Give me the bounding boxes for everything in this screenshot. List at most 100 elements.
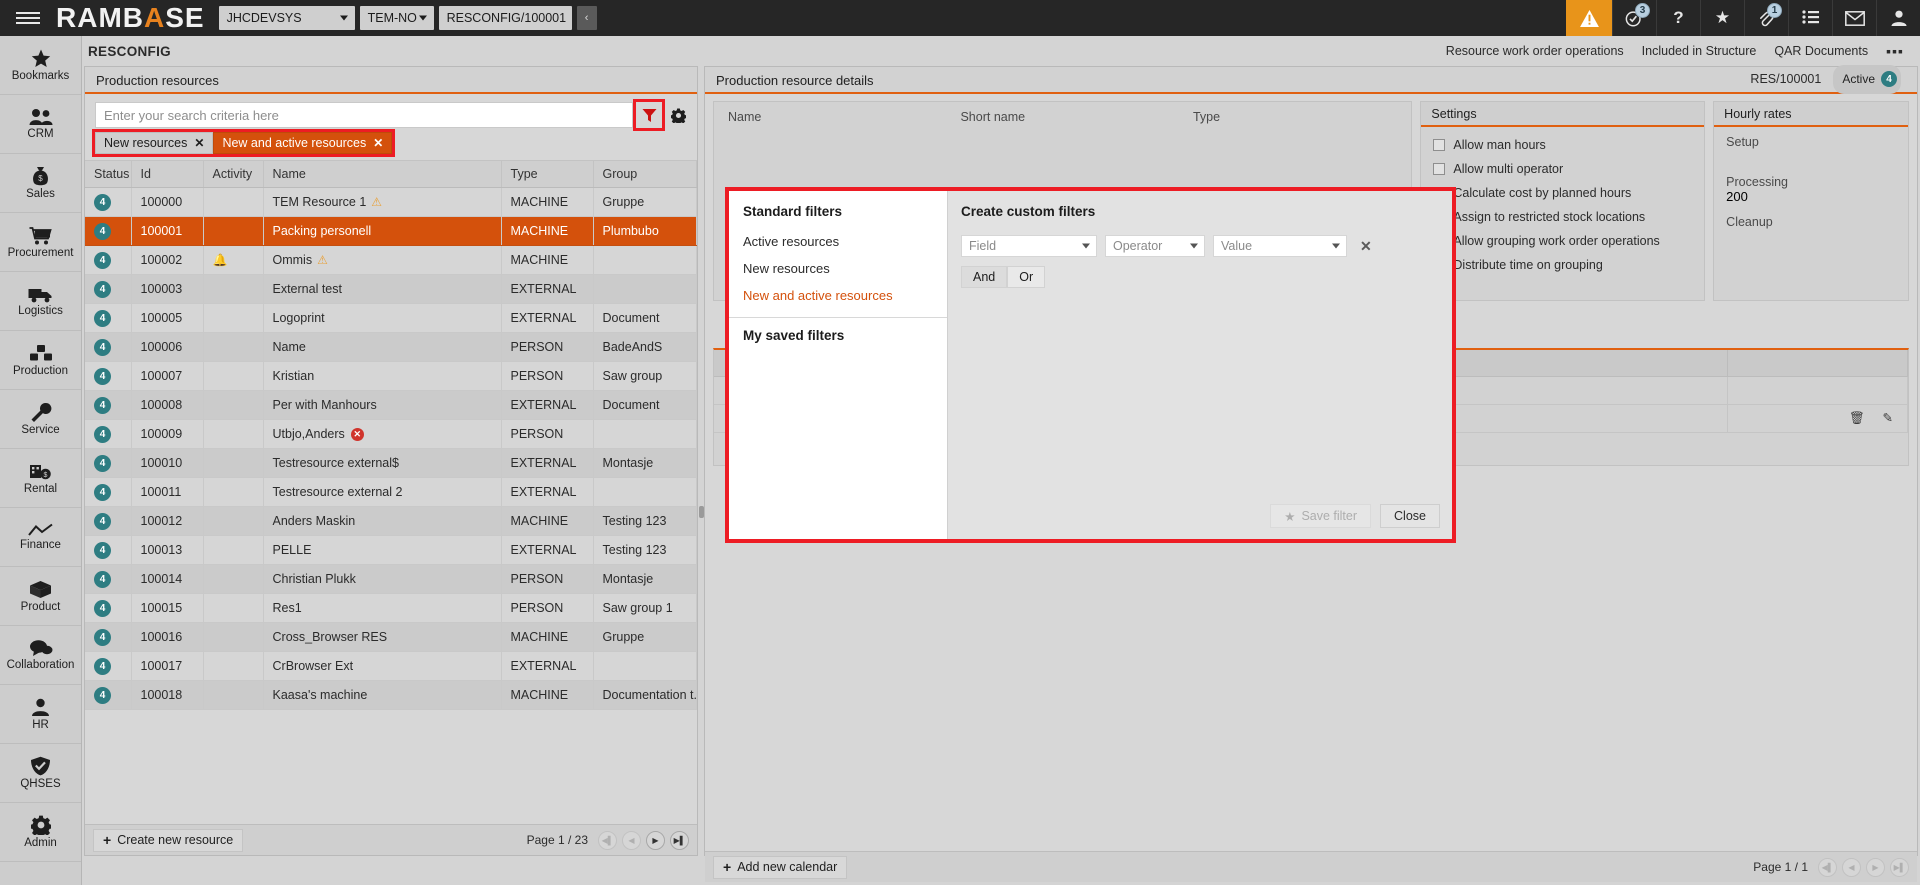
next-page-button[interactable]: ▶ [646,831,665,850]
sidebar-item-finance[interactable]: Finance [0,508,81,567]
setting-row[interactable]: Allow man hours [1421,133,1704,157]
link-resource-work-order-operations[interactable]: Resource work order operations [1446,44,1624,58]
remove-filter-row-icon[interactable]: ✕ [1360,238,1372,255]
warning-icon[interactable] [1566,0,1612,36]
table-row[interactable]: 4100014Christian PlukkPERSONMontasje [85,565,697,594]
standard-filter-new-and-active-resources[interactable]: New and active resources [729,282,947,309]
sidebar-item-procurement[interactable]: Procurement [0,213,81,272]
table-row[interactable]: 4100018Kaasa's machineMACHINEDocumentati… [85,681,697,710]
sidebar-item-bookmarks[interactable]: Bookmarks [0,36,81,95]
setting-row[interactable]: Assign to restricted stock locations [1421,205,1704,229]
field-name-value[interactable] [728,124,930,142]
setting-row[interactable]: Allow grouping work order operations [1421,229,1704,253]
sidebar-item-qhses[interactable]: QHSES [0,744,81,803]
link-qar-documents[interactable]: QAR Documents [1774,44,1868,58]
table-row[interactable]: 4100013PELLEEXTERNALTesting 123 [85,536,697,565]
filter-chip-new-resources[interactable]: New resources ✕ [95,132,213,154]
sidebar-item-service[interactable]: Service [0,390,81,449]
checkbox-icon[interactable] [1433,163,1445,175]
column-header-group[interactable]: Group [593,161,697,188]
value-select[interactable]: Value [1213,235,1347,257]
sidebar-item-admin[interactable]: Admin [0,803,81,862]
first-page-button[interactable]: ◀▌ [598,831,617,850]
first-page-button[interactable]: ◀▌ [1818,858,1837,877]
previous-page-button[interactable]: ◀ [622,831,641,850]
link-included-in-structure[interactable]: Included in Structure [1642,44,1757,58]
table-row[interactable]: 4100009Utbjo,Anders✕PERSON [85,420,697,449]
setting-row[interactable]: Allow multi operator [1421,157,1704,181]
rate-processing-value[interactable]: 200 [1726,189,1896,206]
help-icon[interactable]: ? [1656,0,1700,36]
table-row[interactable]: 4100015Res1PERSONSaw group 1 [85,594,697,623]
sidebar-item-collaboration[interactable]: Collaboration [0,626,81,685]
checkbox-icon[interactable] [1433,139,1445,151]
sidebar-item-rental[interactable]: $ Rental [0,449,81,508]
sidebar-item-crm[interactable]: CRM [0,95,81,154]
menu-hamburger-icon[interactable] [0,0,56,36]
table-row[interactable]: 4100006NamePERSONBadeAndS [85,333,697,362]
table-row[interactable]: 4100003External testEXTERNAL [85,275,697,304]
company-selector[interactable]: JHCDEVSYS [219,6,355,30]
table-row[interactable]: 4100000TEM Resource 1⚠MACHINEGruppe [85,188,697,217]
mail-icon[interactable] [1832,0,1876,36]
add-new-calendar-button[interactable]: + Add new calendar [713,856,847,879]
sidebar-item-production[interactable]: Production [0,331,81,390]
setting-row[interactable]: Calculate cost by planned hours [1421,181,1704,205]
operator-select[interactable]: Operator [1105,235,1205,257]
user-icon[interactable] [1876,0,1920,36]
column-header-type[interactable]: Type [501,161,593,188]
last-page-button[interactable]: ▶▌ [1890,858,1909,877]
table-row[interactable]: 4100001Packing personellMACHINEPlumbubo [85,217,697,246]
sidebar-item-product[interactable]: Product [0,567,81,626]
table-row[interactable]: 4100012Anders MaskinMACHINETesting 123 [85,507,697,536]
next-page-button[interactable]: ▶ [1866,858,1885,877]
context-field[interactable]: RESCONFIG/100001 [439,6,572,30]
sidebar-item-logistics[interactable]: Logistics [0,272,81,331]
edit-icon[interactable]: ✎ [1883,411,1893,425]
table-row[interactable]: 4100008Per with ManhoursEXTERNALDocument [85,391,697,420]
table-row[interactable]: 4100010Testresource external$EXTERNALMon… [85,449,697,478]
rate-setup-value[interactable] [1726,149,1896,166]
standard-filter-active-resources[interactable]: Active resources [729,228,947,255]
tasks-icon[interactable]: 3 [1612,0,1656,36]
table-row[interactable]: 4100005LogoprintEXTERNALDocument [85,304,697,333]
previous-page-button[interactable]: ◀ [1842,858,1861,877]
table-row[interactable]: 4100011Testresource external 2EXTERNAL [85,478,697,507]
field-short-name-value[interactable] [960,124,1162,142]
more-options-icon[interactable]: ▪▪▪ [1886,43,1904,59]
or-button[interactable]: Or [1007,266,1045,288]
table-row[interactable]: 4100016Cross_Browser RESMACHINEGruppe [85,623,697,652]
table-row[interactable]: 4100017CrBrowser ExtEXTERNAL [85,652,697,681]
attachments-icon[interactable]: 1 [1744,0,1788,36]
column-header-status[interactable]: Status [85,161,131,188]
field-select[interactable]: Field [961,235,1097,257]
create-new-resource-button[interactable]: + Create new resource [93,829,243,852]
close-icon[interactable]: ✕ [194,136,204,150]
list-icon[interactable] [1788,0,1832,36]
search-input[interactable] [95,102,633,128]
favorites-icon[interactable]: ★ [1700,0,1744,36]
column-header-name[interactable]: Name [263,161,501,188]
close-icon[interactable]: ✕ [373,136,383,150]
last-page-button[interactable]: ▶▌ [670,831,689,850]
location-selector[interactable]: TEM-NO [360,6,434,30]
save-filter-button[interactable]: ★ Save filter [1270,504,1371,528]
filter-chip-new-and-active-resources[interactable]: New and active resources ✕ [213,132,392,154]
setting-row[interactable]: Distribute time on grouping [1421,253,1704,277]
rate-cleanup-value[interactable] [1726,229,1896,246]
table-row[interactable]: 4100007KristianPERSONSaw group [85,362,697,391]
standard-filter-new-resources[interactable]: New resources [729,255,947,282]
table-row[interactable]: 4100002🔔Ommis⚠MACHINE [85,246,697,275]
delete-icon[interactable]: 🗑 [1849,411,1865,425]
settings-gear-icon[interactable] [665,102,691,128]
nav-back-button[interactable]: ‹ [577,6,597,30]
panel-resize-handle[interactable] [699,506,704,518]
and-button[interactable]: And [961,266,1007,288]
sidebar-item-hr[interactable]: HR [0,685,81,744]
close-button[interactable]: Close [1380,504,1440,528]
column-header-id[interactable]: Id [131,161,203,188]
field-type-value[interactable] [1193,124,1395,142]
column-header-activity[interactable]: Activity [203,161,263,188]
sidebar-item-sales[interactable]: $ Sales [0,154,81,213]
status-badge[interactable]: Active 4 [1833,65,1901,94]
